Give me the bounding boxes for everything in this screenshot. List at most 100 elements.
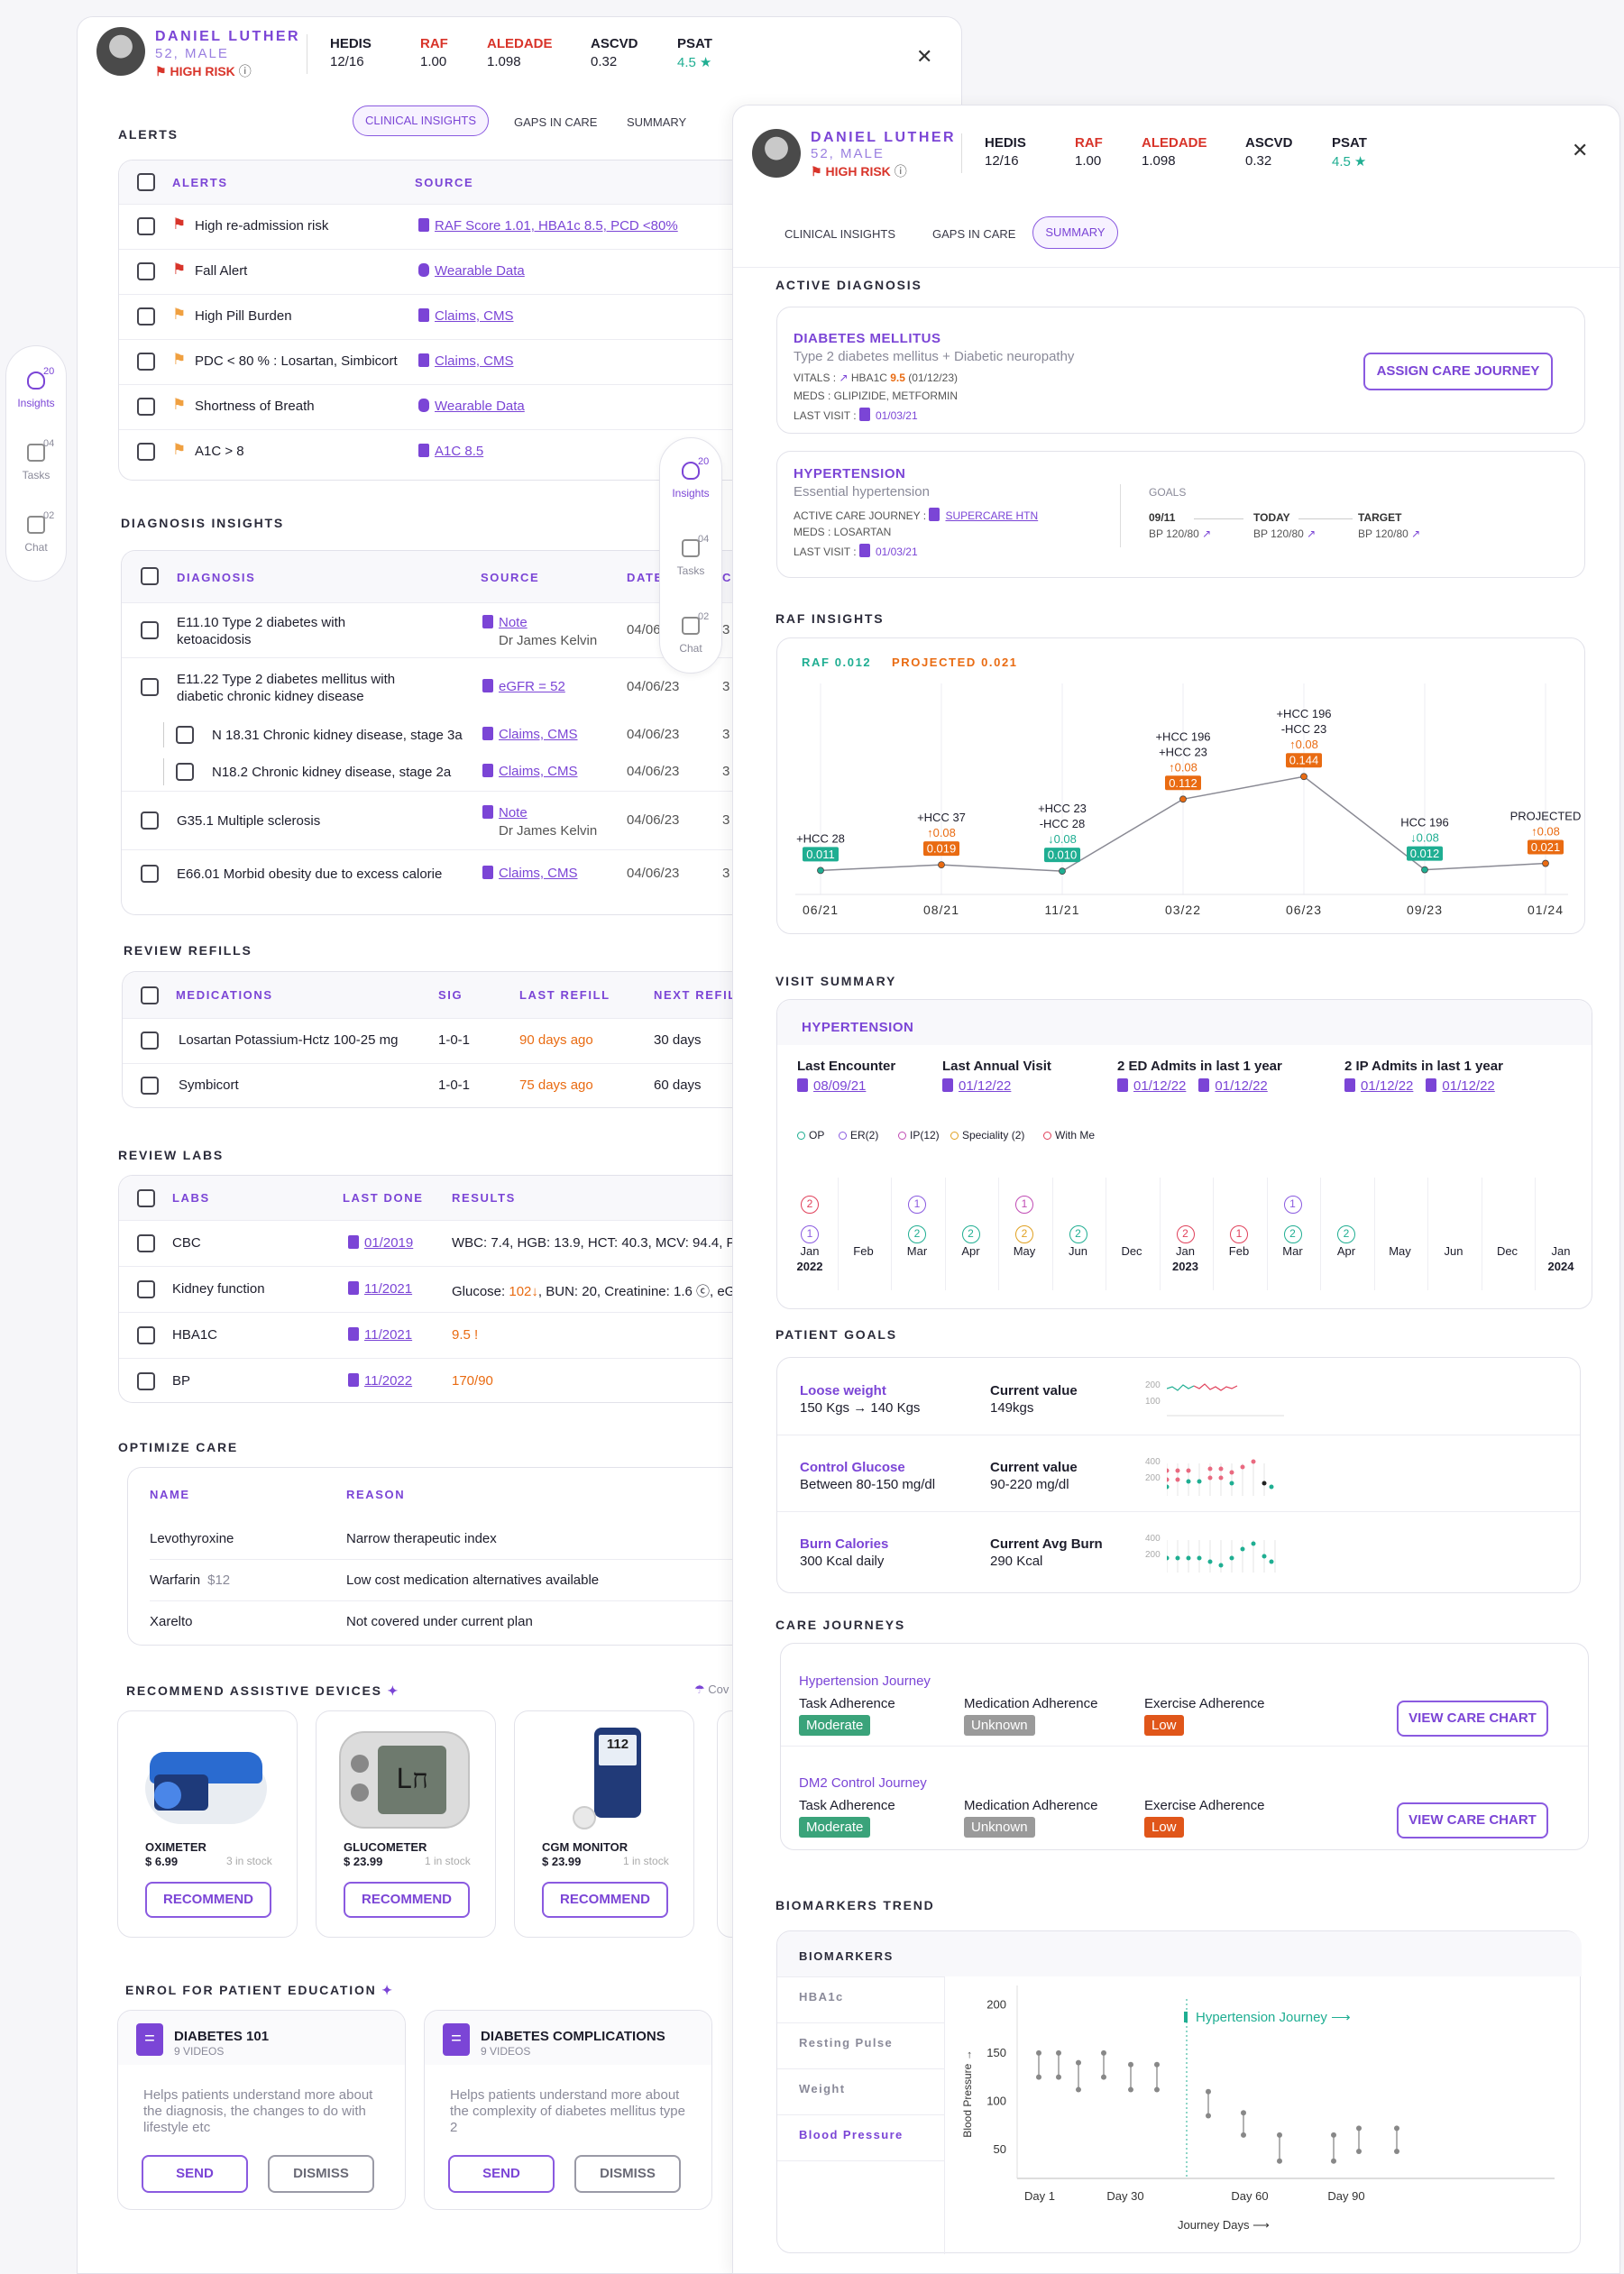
bp-systolic-point[interactable] bbox=[1394, 2125, 1399, 2132]
recommend-button[interactable]: RECOMMEND bbox=[542, 1882, 668, 1918]
bp-diastolic-point[interactable] bbox=[1206, 2113, 1211, 2119]
raf-point[interactable] bbox=[1300, 773, 1307, 781]
visit-count-badge[interactable]: 1 bbox=[1230, 1225, 1248, 1243]
visit-count-badge[interactable]: 2 bbox=[1069, 1225, 1087, 1243]
bp-systolic-point[interactable] bbox=[1331, 2132, 1336, 2138]
visit-date-link[interactable]: 01/12/22 bbox=[1133, 1078, 1186, 1094]
bp-diastolic-point[interactable] bbox=[1241, 2132, 1246, 2138]
visit-count-badge[interactable]: 1 bbox=[1283, 1196, 1302, 1214]
rail-item-insights[interactable]: 20 Insights bbox=[664, 456, 718, 500]
source-link[interactable]: Note bbox=[499, 805, 528, 821]
visit-count-badge[interactable]: 2 bbox=[908, 1225, 926, 1243]
source-link[interactable]: RAF Score 1.01, HBA1c 8.5, PCD <80% bbox=[435, 218, 678, 234]
row-checkbox[interactable] bbox=[137, 353, 155, 371]
raf-point[interactable] bbox=[938, 861, 945, 869]
source-link[interactable]: Claims, CMS bbox=[499, 764, 578, 779]
tab-gaps-in-care[interactable]: GAPS IN CARE bbox=[514, 115, 597, 129]
raf-point[interactable] bbox=[1059, 867, 1066, 876]
dismiss-button[interactable]: DISMISS bbox=[574, 2155, 681, 2193]
visit-date-link[interactable]: 01/12/22 bbox=[1215, 1078, 1267, 1094]
bp-diastolic-point[interactable] bbox=[1036, 2074, 1041, 2080]
row-checkbox[interactable] bbox=[137, 443, 155, 461]
raf-point[interactable] bbox=[1542, 859, 1549, 867]
row-checkbox[interactable] bbox=[137, 398, 155, 416]
dismiss-button[interactable]: DISMISS bbox=[268, 2155, 374, 2193]
row-checkbox[interactable] bbox=[137, 1280, 155, 1298]
rail-item-chat[interactable]: 02 Chat bbox=[9, 510, 63, 554]
source-link[interactable]: A1C 8.5 bbox=[435, 444, 483, 459]
bp-diastolic-point[interactable] bbox=[1154, 2086, 1160, 2093]
row-checkbox[interactable] bbox=[141, 811, 159, 830]
tab-summary[interactable]: SUMMARY bbox=[627, 115, 686, 129]
row-checkbox[interactable] bbox=[137, 1372, 155, 1390]
bp-systolic-point[interactable] bbox=[1076, 2059, 1081, 2066]
visit-count-badge[interactable]: 2 bbox=[1015, 1225, 1033, 1243]
source-link[interactable]: Note bbox=[499, 615, 528, 630]
view-care-chart-button[interactable]: VIEW CARE CHART bbox=[1397, 1802, 1548, 1838]
row-checkbox[interactable] bbox=[137, 1234, 155, 1252]
bp-systolic-point[interactable] bbox=[1206, 2088, 1211, 2095]
source-link[interactable]: Claims, CMS bbox=[435, 308, 514, 324]
coverage-link[interactable]: ☂ Cov bbox=[694, 1683, 729, 1697]
source-link[interactable]: Claims, CMS bbox=[499, 866, 578, 881]
alerts-select-all[interactable] bbox=[137, 173, 155, 191]
journey-link[interactable]: SUPERCARE HTN bbox=[945, 509, 1038, 522]
row-checkbox[interactable] bbox=[137, 262, 155, 280]
row-checkbox[interactable] bbox=[141, 1032, 159, 1050]
row-checkbox[interactable] bbox=[141, 865, 159, 883]
biomarker-item[interactable]: Blood Pressure bbox=[799, 2128, 904, 2141]
tab-clinical-insights[interactable]: CLINICAL INSIGHTS bbox=[353, 105, 489, 136]
visit-date-link[interactable]: 01/12/22 bbox=[959, 1078, 1011, 1094]
diagnosis-select-all[interactable] bbox=[141, 567, 159, 585]
bp-systolic-point[interactable] bbox=[1128, 2061, 1133, 2068]
visit-count-badge[interactable]: 2 bbox=[961, 1225, 980, 1243]
refills-select-all[interactable] bbox=[141, 986, 159, 1004]
bp-systolic-point[interactable] bbox=[1277, 2132, 1282, 2138]
info-icon[interactable]: ⓘ bbox=[895, 164, 907, 179]
rail-item-insights[interactable]: 20 Insights bbox=[9, 366, 63, 409]
send-button[interactable]: SEND bbox=[142, 2155, 248, 2193]
visit-count-badge[interactable]: 2 bbox=[1176, 1225, 1195, 1243]
assign-care-journey-button[interactable]: ASSIGN CARE JOURNEY bbox=[1363, 353, 1553, 390]
rail-item-chat[interactable]: 02 Chat bbox=[664, 611, 718, 655]
lab-date-link[interactable]: 11/2021 bbox=[364, 1327, 412, 1343]
source-link[interactable]: Wearable Data bbox=[435, 263, 525, 279]
send-button[interactable]: SEND bbox=[448, 2155, 555, 2193]
row-checkbox[interactable] bbox=[141, 620, 159, 639]
visit-count-badge[interactable]: 2 bbox=[801, 1196, 819, 1214]
recommend-button[interactable]: RECOMMEND bbox=[145, 1882, 271, 1918]
tab-clinical-insights[interactable]: CLINICAL INSIGHTS bbox=[784, 227, 895, 241]
info-icon[interactable]: ⓘ bbox=[239, 64, 252, 78]
bp-systolic-point[interactable] bbox=[1154, 2061, 1160, 2068]
visit-date-link[interactable]: 01/12/22 bbox=[1442, 1078, 1494, 1094]
tab-gaps-in-care[interactable]: GAPS IN CARE bbox=[932, 227, 1015, 241]
lab-date-link[interactable]: 01/2019 bbox=[364, 1235, 413, 1251]
row-checkbox[interactable] bbox=[137, 1326, 155, 1344]
close-icon[interactable]: ✕ bbox=[916, 45, 932, 69]
row-checkbox[interactable] bbox=[176, 763, 194, 781]
source-link[interactable]: Claims, CMS bbox=[499, 727, 578, 742]
recommend-button[interactable]: RECOMMEND bbox=[344, 1882, 470, 1918]
bp-systolic-point[interactable] bbox=[1241, 2110, 1246, 2116]
bp-diastolic-point[interactable] bbox=[1076, 2086, 1081, 2093]
source-link[interactable]: eGFR = 52 bbox=[499, 679, 565, 694]
bp-systolic-point[interactable] bbox=[1101, 2049, 1106, 2056]
biomarker-item[interactable]: Resting Pulse bbox=[799, 2036, 893, 2049]
row-checkbox[interactable] bbox=[141, 1077, 159, 1095]
bp-diastolic-point[interactable] bbox=[1356, 2149, 1362, 2155]
tab-summary[interactable]: SUMMARY bbox=[1032, 216, 1118, 249]
raf-point[interactable] bbox=[1421, 866, 1428, 874]
visit-count-badge[interactable]: 2 bbox=[1337, 1225, 1355, 1243]
visit-count-badge[interactable]: 1 bbox=[1015, 1196, 1033, 1214]
source-link[interactable]: Wearable Data bbox=[435, 399, 525, 414]
last-visit-date[interactable]: 01/03/21 bbox=[876, 409, 918, 422]
labs-select-all[interactable] bbox=[137, 1189, 155, 1207]
row-checkbox[interactable] bbox=[141, 678, 159, 696]
row-checkbox[interactable] bbox=[137, 307, 155, 326]
bp-systolic-point[interactable] bbox=[1036, 2049, 1041, 2056]
bp-systolic-point[interactable] bbox=[1056, 2049, 1061, 2056]
close-icon[interactable]: ✕ bbox=[1572, 139, 1588, 162]
view-care-chart-button[interactable]: VIEW CARE CHART bbox=[1397, 1701, 1548, 1737]
lab-date-link[interactable]: 11/2022 bbox=[364, 1373, 412, 1389]
row-checkbox[interactable] bbox=[137, 217, 155, 235]
